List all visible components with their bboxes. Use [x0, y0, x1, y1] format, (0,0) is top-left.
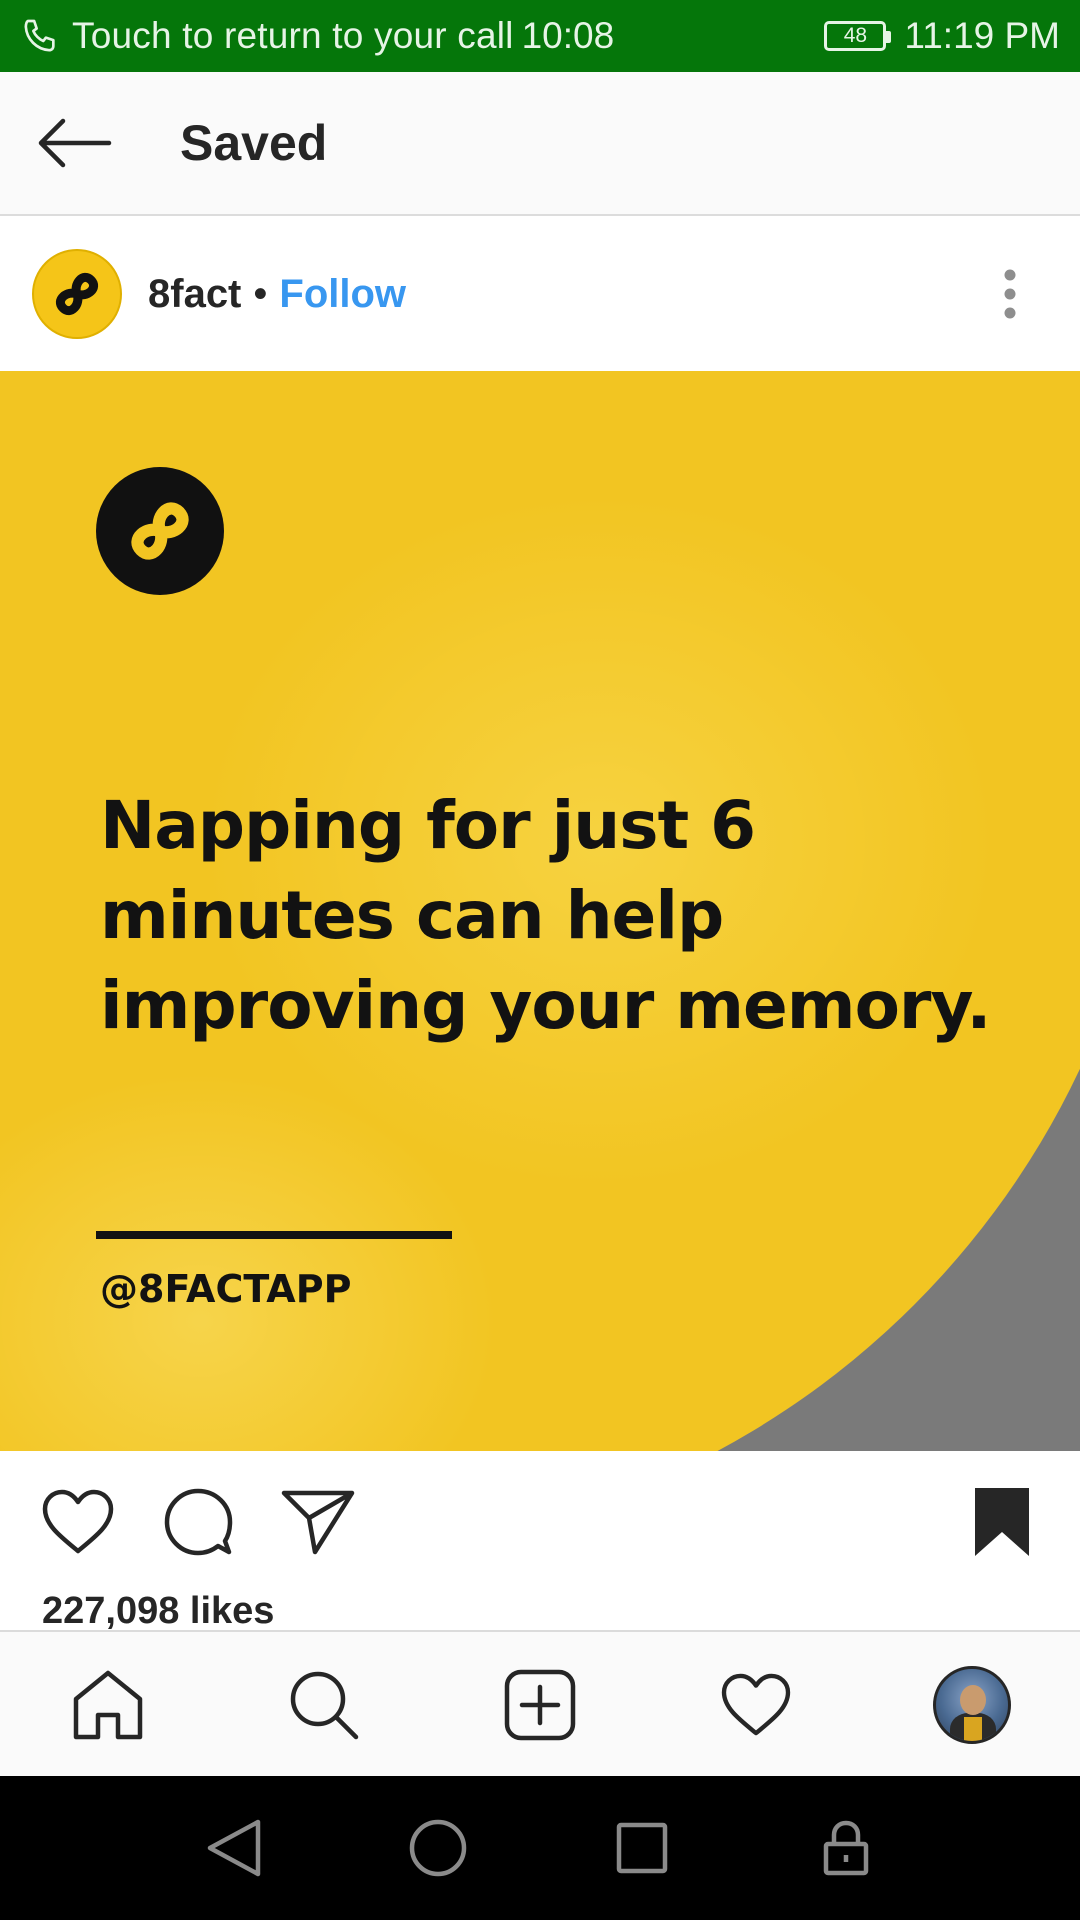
search-icon	[290, 1671, 359, 1740]
8fact-logo-icon	[55, 272, 99, 316]
status-right: 48 11:19 PM	[824, 15, 1060, 57]
lock-icon	[823, 1820, 869, 1876]
system-back-button[interactable]	[198, 1812, 270, 1884]
more-vertical-icon	[1004, 269, 1016, 319]
nav-activity[interactable]	[708, 1657, 804, 1753]
add-post-icon	[504, 1669, 576, 1741]
battery-level: 48	[843, 24, 868, 47]
follow-button[interactable]: Follow	[279, 272, 406, 317]
home-icon	[73, 1670, 143, 1740]
comment-icon	[164, 1488, 233, 1556]
screen: Touch to return to your call 10:08 48 11…	[0, 0, 1080, 1920]
system-recents-button[interactable]	[606, 1812, 678, 1884]
system-nav-bar	[0, 1776, 1080, 1920]
back-arrow-icon	[38, 118, 112, 168]
more-options-button[interactable]	[980, 254, 1040, 334]
nav-search[interactable]	[276, 1657, 372, 1753]
phone-icon	[24, 19, 55, 52]
bottom-navigation	[0, 1630, 1080, 1776]
page-title: Saved	[180, 115, 328, 171]
image-divider	[96, 1231, 452, 1239]
send-icon	[281, 1490, 355, 1555]
likes-count[interactable]: 227,098 likes	[42, 1590, 274, 1633]
app-header: Saved	[0, 72, 1080, 216]
system-home-button[interactable]	[402, 1812, 474, 1884]
circle-home-icon	[409, 1819, 467, 1877]
post-actions	[0, 1452, 1080, 1582]
system-lock-button[interactable]	[810, 1812, 882, 1884]
back-button[interactable]	[20, 88, 130, 198]
8fact-logo-icon	[96, 467, 224, 595]
account-avatar[interactable]	[32, 249, 122, 339]
heart-icon	[42, 1489, 114, 1554]
nav-new-post[interactable]	[492, 1657, 588, 1753]
battery-icon: 48	[824, 21, 892, 51]
profile-avatar	[933, 1666, 1011, 1744]
username[interactable]: 8fact	[148, 272, 241, 317]
share-button[interactable]	[278, 1482, 358, 1562]
post-header: 8fact • Follow	[0, 218, 1080, 370]
image-handle: @8FACTAPP	[100, 1267, 352, 1311]
post-image[interactable]: Napping for just 6 minutes can help impr…	[0, 371, 1080, 1451]
square-recents-icon	[616, 1822, 668, 1874]
nav-profile[interactable]	[924, 1657, 1020, 1753]
image-headline: Napping for just 6 minutes can help impr…	[100, 787, 992, 1044]
separator-dot: •	[253, 271, 268, 316]
comment-button[interactable]	[158, 1482, 238, 1562]
bookmark-filled-icon	[975, 1488, 1029, 1556]
status-bar[interactable]: Touch to return to your call 10:08 48 11…	[0, 0, 1080, 72]
heart-icon	[721, 1673, 791, 1736]
return-to-call-text[interactable]: Touch to return to your call	[72, 15, 514, 57]
save-button[interactable]	[962, 1482, 1042, 1562]
like-button[interactable]	[38, 1482, 118, 1562]
call-timer: 10:08	[521, 15, 615, 56]
nav-home[interactable]	[60, 1657, 156, 1753]
clock: 11:19 PM	[904, 15, 1060, 56]
triangle-back-icon	[207, 1819, 261, 1877]
